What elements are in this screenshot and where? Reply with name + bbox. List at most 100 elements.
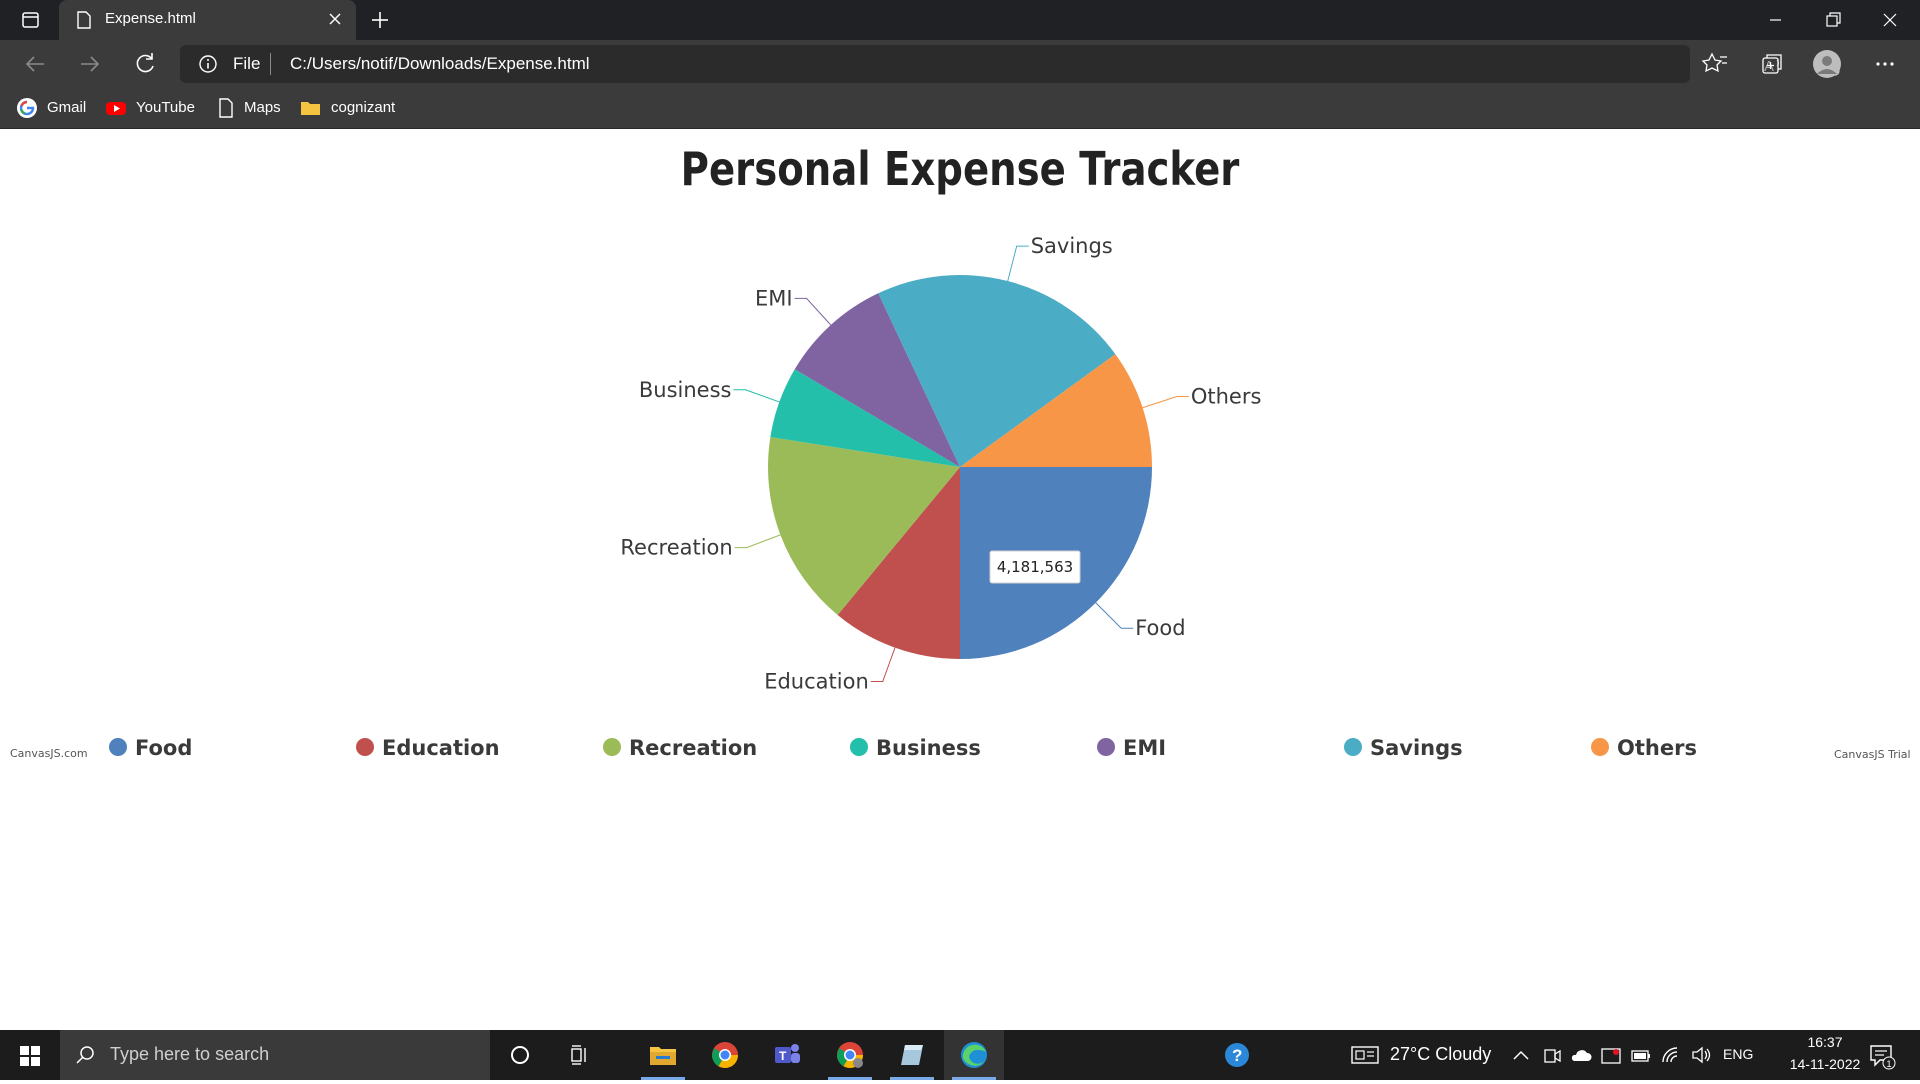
- bookmark-cognizant[interactable]: cognizant: [300, 96, 400, 120]
- meet-now-icon[interactable]: [1542, 1046, 1562, 1066]
- chrome-button[interactable]: [695, 1030, 755, 1080]
- legend-marker: [1344, 738, 1362, 756]
- tab-actions-button[interactable]: [14, 8, 46, 32]
- bookmark-youtube[interactable]: YouTube: [105, 96, 200, 120]
- notifications-icon[interactable]: 1: [1868, 1042, 1896, 1070]
- legend-item-food[interactable]: Food: [109, 736, 192, 760]
- file-explorer-button[interactable]: [633, 1030, 693, 1080]
- chrome-profile-button[interactable]: [820, 1030, 880, 1080]
- slice-label-food: Food: [1135, 616, 1185, 640]
- legend-item-savings[interactable]: Savings: [1344, 736, 1463, 760]
- notes-app-button[interactable]: [882, 1030, 942, 1080]
- address-separator: [270, 53, 271, 75]
- cortana-icon: [511, 1046, 529, 1064]
- legend-marker: [356, 738, 374, 756]
- label-connector-recreation: [734, 534, 781, 549]
- forward-arrow-icon[interactable]: [75, 49, 105, 79]
- page-content: Personal Expense Tracker Food Education Re…: [0, 129, 1920, 1030]
- browser-toolbar: File C:/Users/notif/Downloads/Expense.ht…: [0, 40, 1920, 88]
- wifi-icon[interactable]: [1660, 1045, 1682, 1065]
- address-bar[interactable]: File C:/Users/notif/Downloads/Expense.ht…: [180, 45, 1840, 83]
- clock-time[interactable]: 16:37: [1790, 1034, 1860, 1050]
- start-button[interactable]: [0, 1030, 60, 1080]
- weather-news-icon[interactable]: [1350, 1044, 1380, 1066]
- legend-label: EMI: [1123, 736, 1166, 760]
- help-icon[interactable]: ?: [1222, 1040, 1252, 1070]
- chrome-profile-icon: [836, 1042, 864, 1069]
- more-options-icon[interactable]: [1870, 49, 1900, 79]
- restore-icon[interactable]: [1805, 0, 1861, 40]
- bookmark-label: Maps: [244, 99, 281, 116]
- collections-icon[interactable]: [1756, 49, 1786, 79]
- legend-item-emi[interactable]: EMI: [1097, 736, 1166, 760]
- favorites-icon[interactable]: [1700, 49, 1730, 79]
- canvasjs-trial-label: CanvasJS Trial: [1834, 748, 1911, 761]
- input-language[interactable]: ENG: [1723, 1046, 1753, 1062]
- slice-label-others: Others: [1191, 385, 1262, 409]
- slice-label-savings: Savings: [1031, 234, 1113, 258]
- bookmark-gmail[interactable]: Gmail: [16, 96, 91, 120]
- legend-marker: [850, 738, 868, 756]
- info-icon[interactable]: [198, 54, 218, 74]
- google-icon: [17, 98, 37, 118]
- clock-date[interactable]: 14-11-2022: [1770, 1056, 1880, 1072]
- file-scheme-label: File: [233, 54, 261, 73]
- label-connector-education: [870, 647, 896, 683]
- file-icon: [77, 11, 91, 29]
- label-connector-emi: [794, 297, 832, 326]
- task-view-button[interactable]: [550, 1030, 610, 1080]
- volume-icon[interactable]: [1690, 1045, 1712, 1065]
- label-connector-business: [733, 389, 780, 403]
- label-connector-others: [1142, 396, 1189, 409]
- legend-item-education[interactable]: Education: [356, 736, 500, 760]
- close-tab-icon[interactable]: [324, 8, 346, 30]
- svg-text:?: ?: [1232, 1046, 1242, 1065]
- legend-item-others[interactable]: Others: [1591, 736, 1697, 760]
- folder-icon: [301, 102, 320, 115]
- tooltip-value: 4,181,563: [997, 558, 1073, 576]
- minimize-icon[interactable]: [1748, 0, 1804, 40]
- legend-item-business[interactable]: Business: [850, 736, 981, 760]
- url-text[interactable]: C:/Users/notif/Downloads/Expense.html: [290, 54, 590, 74]
- windows-taskbar: Type here to search T ? 27°C Cloudy ENG …: [0, 1030, 1920, 1080]
- new-tab-icon[interactable]: [366, 8, 394, 32]
- slice-label-education: Education: [764, 670, 869, 694]
- close-window-icon[interactable]: [1862, 0, 1918, 40]
- browser-tab[interactable]: Expense.html: [59, 0, 356, 40]
- page-icon: [219, 98, 233, 118]
- browser-title-bar: Expense.html: [0, 0, 1920, 40]
- show-hidden-icons-chevron[interactable]: [1512, 1048, 1530, 1062]
- label-connector-savings: [1007, 245, 1029, 282]
- reload-icon[interactable]: [130, 49, 160, 79]
- file-explorer-icon: [650, 1047, 676, 1065]
- youtube-icon: [106, 102, 126, 115]
- edge-button[interactable]: [944, 1030, 1004, 1080]
- canvasjs-credit-link[interactable]: CanvasJS.com: [10, 747, 88, 760]
- legend-marker: [603, 738, 621, 756]
- security-icon[interactable]: [1600, 1046, 1622, 1066]
- teams-button[interactable]: T: [757, 1030, 817, 1080]
- teams-icon: T: [775, 1044, 800, 1063]
- legend-label: Education: [382, 736, 500, 760]
- bookmark-label: cognizant: [331, 99, 396, 116]
- back-arrow-icon[interactable]: [20, 49, 50, 79]
- bookmark-maps[interactable]: Maps: [215, 96, 285, 120]
- pie-chart: Personal Expense Tracker Food Education Re…: [109, 144, 1697, 760]
- legend-item-recreation[interactable]: Recreation: [603, 736, 757, 760]
- bookmark-label: YouTube: [136, 99, 195, 116]
- weather-text[interactable]: 27°C Cloudy: [1390, 1044, 1491, 1065]
- profile-avatar-icon[interactable]: [1812, 49, 1842, 79]
- notification-count: 1: [1887, 1059, 1892, 1069]
- notes-app-icon: [901, 1045, 923, 1065]
- legend-label: Others: [1617, 736, 1697, 760]
- onedrive-icon[interactable]: [1570, 1046, 1592, 1066]
- edge-icon: [961, 1042, 987, 1068]
- tab-actions-icon: [22, 12, 39, 28]
- slice-label-recreation: Recreation: [620, 536, 732, 560]
- taskbar-search-box[interactable]: Type here to search: [60, 1030, 490, 1080]
- legend-label: Business: [876, 736, 981, 760]
- legend-label: Food: [135, 736, 192, 760]
- cortana-button[interactable]: [490, 1030, 550, 1080]
- svg-text:T: T: [779, 1049, 787, 1063]
- battery-icon[interactable]: [1630, 1047, 1652, 1065]
